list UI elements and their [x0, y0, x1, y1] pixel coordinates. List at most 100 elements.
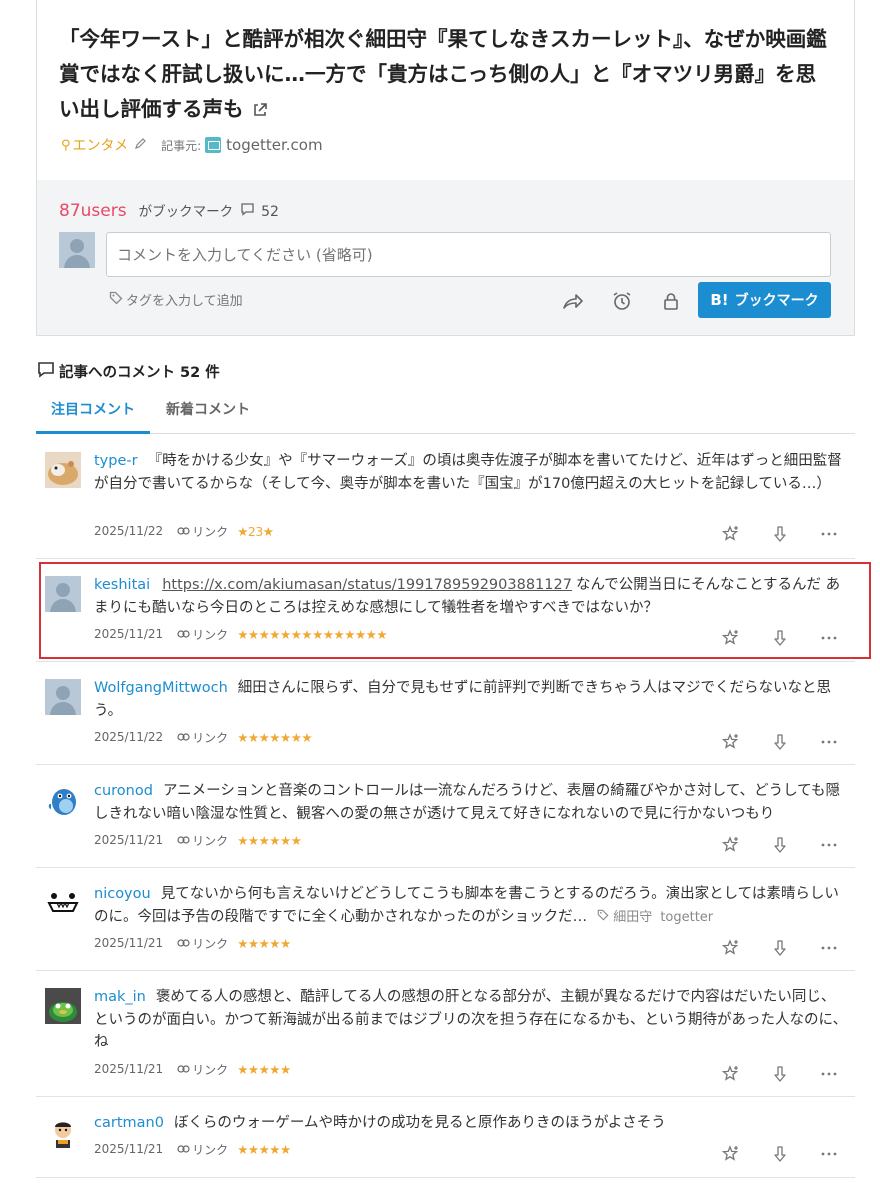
comment-link[interactable]: リンク [177, 729, 228, 746]
more-icon[interactable] [819, 835, 839, 855]
comment-item: type-r 『時をかける少女』や『サマーウォーズ』の頃は奥寺佐渡子が脚本を書いて… [36, 435, 855, 559]
entry-title-text[interactable]: 「今年ワースト」と酷評が相次ぐ細田守『果てしなきスカーレット』、なぜか映画鑑賞で… [59, 27, 827, 121]
comment-username[interactable]: type-r [94, 453, 138, 469]
add-star-icon[interactable] [721, 524, 741, 544]
comment-meta: 2025/11/22 リンク ★★★★★★★ [94, 728, 313, 746]
add-star-icon[interactable] [721, 938, 741, 958]
comment-stars[interactable]: ★23★ [237, 524, 274, 539]
link-icon [177, 1142, 192, 1156]
share-icon[interactable] [561, 289, 585, 313]
comment-input[interactable] [106, 232, 831, 277]
comment-stars[interactable]: ★★★★★★ [237, 833, 302, 848]
comment-link[interactable]: リンク [177, 1061, 228, 1078]
comment-stars[interactable]: ★★★★★★★ [237, 730, 312, 745]
comment-link[interactable]: リンク [177, 832, 228, 849]
comment-tag[interactable]: 細田守 [597, 909, 652, 925]
tag-icon [109, 291, 126, 309]
comment-link[interactable]: リンク [177, 626, 228, 643]
comment-tag-host[interactable]: togetter [660, 910, 713, 925]
lock-icon[interactable] [659, 289, 683, 313]
favicon [205, 137, 222, 153]
source-host-link[interactable]: togetter.com [226, 136, 322, 154]
comment-username[interactable]: keshitai [94, 577, 150, 593]
down-arrow-icon[interactable] [770, 628, 790, 648]
more-icon[interactable] [819, 1064, 839, 1084]
pin-icon: ⚲ [61, 137, 71, 153]
comment-date[interactable]: 2025/11/21 [94, 936, 163, 950]
comment-text: 褒めてる人の感想と、酷評してる人の感想の肝となる部分が、主観が異なるだけで内容は… [94, 989, 848, 1050]
avatar[interactable] [45, 782, 81, 818]
comments-heading: 記事へのコメント 52 件 [37, 361, 220, 382]
comment-body: mak_in 褒めてる人の感想と、酷評してる人の感想の肝となる部分が、主観が異なる… [94, 986, 849, 1054]
bookmark-button[interactable]: B! ブックマーク [698, 282, 831, 318]
category-link[interactable]: ⚲ エンタメ [61, 135, 128, 155]
comment-body: curonod アニメーションと音楽のコントロールは一流なんだろうけど、表層の綺羅… [94, 780, 849, 825]
tag-input[interactable]: タグを入力して追加 [109, 290, 243, 309]
tab-popular-comments[interactable]: 注目コメント [36, 394, 150, 434]
comment-url-link[interactable]: https://x.com/akiumasan/status/199178959… [162, 577, 572, 593]
comment-date[interactable]: 2025/11/22 [94, 730, 163, 744]
comment-meta: 2025/11/21 リンク ★★★★★★★★★★★★★★ [94, 625, 388, 643]
down-arrow-icon[interactable] [770, 1144, 790, 1164]
comment-username[interactable]: WolfgangMittwoch [94, 680, 228, 696]
pencil-icon[interactable] [134, 137, 147, 154]
comment-username[interactable]: cartman0 [94, 1115, 164, 1131]
down-arrow-icon[interactable] [770, 732, 790, 752]
avatar[interactable] [45, 452, 81, 488]
entry-title[interactable]: 「今年ワースト」と酷評が相次ぐ細田守『果てしなきスカーレット』、なぜか映画鑑賞で… [59, 22, 829, 129]
comment-item: WolfgangMittwoch 細田さんに限らず、自分で見もせずに前評判で判断で… [36, 662, 855, 765]
comment-link[interactable]: リンク [177, 1141, 228, 1158]
comment-date[interactable]: 2025/11/21 [94, 833, 163, 847]
comment-body: nicoyou 見てないから何も言えないけどどうしてこうも脚本を書こうとするのだろ… [94, 883, 849, 929]
more-icon[interactable] [819, 938, 839, 958]
more-icon[interactable] [819, 1144, 839, 1164]
comment-date[interactable]: 2025/11/21 [94, 627, 163, 641]
comment-date[interactable]: 2025/11/21 [94, 1062, 163, 1076]
more-icon[interactable] [819, 524, 839, 544]
add-star-icon[interactable] [721, 1144, 741, 1164]
more-icon[interactable] [819, 732, 839, 752]
comment-link-label: リンク [192, 627, 229, 642]
comment-date[interactable]: 2025/11/22 [94, 524, 163, 538]
down-arrow-icon[interactable] [770, 524, 790, 544]
source-label: 記事元: [161, 138, 202, 153]
avatar[interactable] [45, 679, 81, 715]
external-link-icon[interactable] [252, 94, 268, 129]
entry-meta: ⚲ エンタメ 記事元: togetter.com [61, 134, 323, 156]
comment-username[interactable]: nicoyou [94, 886, 151, 902]
comment-stars[interactable]: ★★★★★★★★★★★★★★ [237, 627, 387, 642]
alarm-icon[interactable] [610, 289, 634, 313]
link-icon [177, 524, 192, 538]
comment-text: 見てないから何も言えないけどどうしてこうも脚本を書こうとするのだろう。演出家とし… [94, 886, 839, 925]
add-star-icon[interactable] [721, 1064, 741, 1084]
users-count[interactable]: 87users [59, 201, 127, 221]
comment-link-label: リンク [192, 1062, 229, 1077]
comment-stars[interactable]: ★★★★★ [237, 1062, 291, 1077]
comment-date[interactable]: 2025/11/21 [94, 1142, 163, 1156]
avatar[interactable] [45, 1114, 81, 1150]
avatar[interactable] [45, 885, 81, 921]
avatar[interactable] [45, 988, 81, 1024]
comment-link[interactable]: リンク [177, 523, 228, 540]
add-star-icon[interactable] [721, 628, 741, 648]
down-arrow-icon[interactable] [770, 938, 790, 958]
more-icon[interactable] [819, 628, 839, 648]
add-star-icon[interactable] [721, 835, 741, 855]
avatar[interactable] [45, 576, 81, 612]
users-summary: 87users がブックマーク 52 [59, 200, 279, 221]
category-label: エンタメ [72, 138, 129, 154]
comment-username[interactable]: mak_in [94, 989, 146, 1005]
comment-stars[interactable]: ★★★★★ [237, 1142, 291, 1157]
comment-meta: 2025/11/21 リンク ★★★★★ [94, 1140, 291, 1158]
comment-link[interactable]: リンク [177, 935, 228, 952]
comment-body: type-r 『時をかける少女』や『サマーウォーズ』の頃は奥寺佐渡子が脚本を書いて… [94, 450, 849, 495]
comment-stars[interactable]: ★★★★★ [237, 936, 291, 951]
down-arrow-icon[interactable] [770, 835, 790, 855]
comment-username[interactable]: curonod [94, 783, 153, 799]
add-star-icon[interactable] [721, 732, 741, 752]
tab-new-comments[interactable]: 新着コメント [150, 394, 266, 434]
comment-text: 『時をかける少女』や『サマーウォーズ』の頃は奥寺佐渡子が脚本を書いてたけど、近年… [94, 453, 842, 492]
comment-tabs: 注目コメント 新着コメント [36, 394, 855, 434]
down-arrow-icon[interactable] [770, 1064, 790, 1084]
comment-item: nicoyou 見てないから何も言えないけどどうしてこうも脚本を書こうとするのだろ… [36, 868, 855, 971]
